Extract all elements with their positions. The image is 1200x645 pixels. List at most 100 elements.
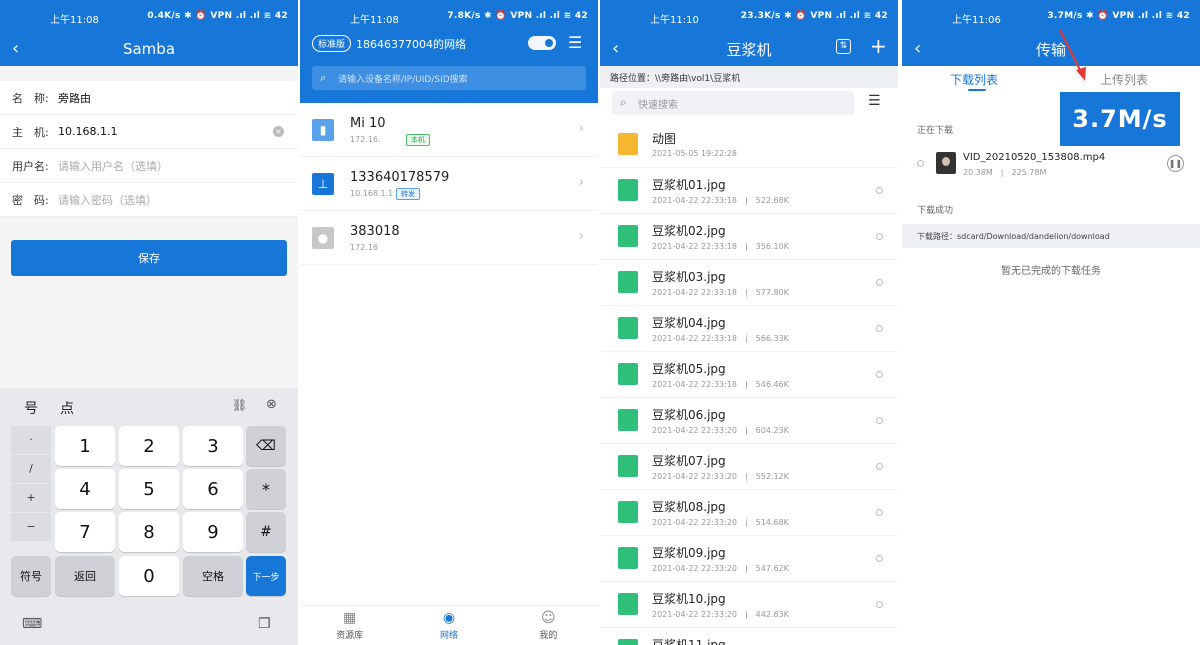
backspace-key[interactable]: ⌫ <box>246 426 286 466</box>
file-item[interactable]: 豆浆机03.jpg 2021-04-22 22:33:18 | 577.80K <box>600 260 898 306</box>
keyboard-switch-icon[interactable]: ⌨ <box>22 616 42 632</box>
tab-mine[interactable]: ☺ 我的 <box>499 606 598 645</box>
device-tag: 转发 <box>396 188 420 200</box>
device-search-input[interactable]: ⌕ 请输入设备名称/IP/UID/SID搜索 <box>312 66 586 90</box>
close-keyboard-icon[interactable]: ⊗ <box>266 397 277 412</box>
digit-key[interactable]: 0 <box>119 556 179 596</box>
file-item[interactable]: 豆浆机02.jpg 2021-04-22 22:33:18 | 356.10K <box>600 214 898 260</box>
image-file-icon <box>618 409 638 431</box>
device-item[interactable]: ⊥ 133640178579 10.168.1.1 转发 › <box>300 157 598 211</box>
active-tab-indicator <box>968 89 986 91</box>
symbol-key[interactable]: / <box>11 455 51 483</box>
file-item[interactable]: 豆浆机04.jpg 2021-04-22 22:33:18 | 566.33K <box>600 306 898 352</box>
link-icon[interactable]: ⛓ <box>232 398 247 412</box>
digit-key[interactable]: 9 <box>183 512 243 552</box>
tab-download-list[interactable]: 下载列表 <box>950 71 998 88</box>
field-value[interactable]: 10.168.1.1 <box>58 125 117 138</box>
select-radio[interactable] <box>876 417 883 424</box>
next-key[interactable]: 下一步 <box>246 556 286 596</box>
grid-icon: ▦ <box>343 610 357 626</box>
select-radio[interactable] <box>876 325 883 332</box>
clipboard-icon[interactable]: ❐ <box>258 616 271 632</box>
select-radio[interactable] <box>876 233 883 240</box>
field-placeholder[interactable]: 请输入密码（选填） <box>58 192 157 208</box>
file-name: 动图 <box>652 132 677 146</box>
file-item[interactable]: 豆浆机07.jpg 2021-04-22 22:33:20 | 552.12K <box>600 444 898 490</box>
device-item[interactable]: ▮ Mi 10 172.16. 本机 › <box>300 103 598 157</box>
add-icon[interactable]: + <box>870 34 887 58</box>
clear-icon[interactable]: × <box>273 126 284 137</box>
file-item[interactable]: 豆浆机06.jpg 2021-04-22 22:33:20 | 604.23K <box>600 398 898 444</box>
select-radio[interactable] <box>876 463 883 470</box>
folder-item[interactable]: 动图 2021-05-05 19:22:28 <box>600 122 898 168</box>
hash-key[interactable]: # <box>246 512 286 552</box>
star-key[interactable]: * <box>246 469 286 509</box>
file-item[interactable]: 豆浆机05.jpg 2021-04-22 22:33:18 | 546.46K <box>600 352 898 398</box>
file-name: 豆浆机11.jpg <box>652 638 726 645</box>
save-button[interactable]: 保存 <box>11 240 287 276</box>
sort-mode-icon[interactable]: ⇅ <box>836 39 851 54</box>
select-radio[interactable] <box>876 279 883 286</box>
tab-network[interactable]: ◉ 网络 <box>399 606 498 645</box>
symbol-key[interactable]: · <box>11 426 51 454</box>
pause-icon[interactable]: ❚❚ <box>1167 155 1184 172</box>
digit-key[interactable]: 2 <box>119 426 179 466</box>
field-value[interactable]: 旁路由 <box>58 90 91 106</box>
download-item[interactable]: VID_20210520_153808.mp4 20.38M | 225.78M… <box>902 144 1200 184</box>
symbol-toggle-key[interactable]: 符号 <box>11 556 51 596</box>
network-name[interactable]: 18646377004的网络 <box>356 36 466 52</box>
digit-key[interactable]: 5 <box>119 469 179 509</box>
file-item[interactable]: 豆浆机09.jpg 2021-04-22 22:33:20 | 547.62K <box>600 536 898 582</box>
edition-badge: 标准版 <box>312 35 352 52</box>
field-placeholder[interactable]: 请输入用户名（选填） <box>58 158 168 174</box>
device-item[interactable]: ● 383018 172.16 › <box>300 211 598 265</box>
host-field[interactable]: 主 机: 10.168.1.1 × <box>0 115 298 149</box>
username-field[interactable]: 用户名: 请输入用户名（选填） <box>0 149 298 183</box>
section-done: 下载成功 <box>917 206 954 216</box>
select-radio[interactable] <box>876 555 883 562</box>
file-item[interactable]: 豆浆机01.jpg 2021-04-22 22:33:18 | 522.68K <box>600 168 898 214</box>
back-icon[interactable]: ‹ <box>612 38 619 59</box>
menu-icon[interactable]: ☰ <box>568 35 584 51</box>
digit-key[interactable]: 1 <box>55 426 115 466</box>
digit-key[interactable]: 8 <box>119 512 179 552</box>
select-radio[interactable] <box>876 371 883 378</box>
device-ip: 172.16 <box>350 243 378 252</box>
file-meta: 2021-04-22 22:33:20 | 547.62K <box>652 564 789 573</box>
digit-key[interactable]: 6 <box>183 469 243 509</box>
digit-key[interactable]: 7 <box>55 512 115 552</box>
select-radio[interactable] <box>876 187 883 194</box>
digit-key[interactable]: 4 <box>55 469 115 509</box>
digit-key[interactable]: 3 <box>183 426 243 466</box>
keyboard-candidate[interactable]: 号 <box>24 398 38 418</box>
name-field[interactable]: 名 称: 旁路由 <box>0 81 298 115</box>
sort-icon[interactable]: ☰ <box>868 93 881 109</box>
section-downloading: 正在下载 <box>917 126 954 136</box>
back-icon[interactable]: ‹ <box>914 38 921 59</box>
file-item[interactable]: 豆浆机11.jpg <box>600 628 898 645</box>
space-key[interactable]: 空格 <box>183 556 243 596</box>
file-item[interactable]: 豆浆机08.jpg 2021-04-22 22:33:20 | 514.68K <box>600 490 898 536</box>
return-key[interactable]: 返回 <box>55 556 115 596</box>
tab-library[interactable]: ▦ 资源库 <box>300 606 399 645</box>
quick-search-input[interactable]: ⌕ 快速搜索 <box>612 91 854 115</box>
network-toggle[interactable] <box>528 36 556 50</box>
device-name: 133640178579 <box>350 170 450 185</box>
select-radio[interactable] <box>917 160 924 167</box>
tab-label: 网络 <box>439 631 458 641</box>
tab-upload-list[interactable]: 上传列表 <box>1100 71 1148 88</box>
symbol-key[interactable]: + <box>11 484 51 512</box>
file-meta: 2021-05-05 19:22:28 <box>652 149 737 158</box>
device-ip: 172.16. <box>350 135 381 144</box>
field-label: 名 称: <box>12 91 49 105</box>
search-placeholder: 请输入设备名称/IP/UID/SID搜索 <box>338 74 468 85</box>
device-name: 383018 <box>350 224 400 239</box>
password-field[interactable]: 密 码: 请输入密码（选填） <box>0 183 298 217</box>
back-icon[interactable]: ‹ <box>12 38 19 59</box>
file-item[interactable]: 豆浆机10.jpg 2021-04-22 22:33:20 | 442.63K <box>600 582 898 628</box>
status-bar: 上午11:08 7.8K/s ✱ ⏰ VPN .ıl .ıl ≋ 42 <box>300 0 598 32</box>
select-radio[interactable] <box>876 509 883 516</box>
keyboard-candidate[interactable]: 点 <box>60 398 74 418</box>
select-radio[interactable] <box>876 601 883 608</box>
symbol-key[interactable]: − <box>11 513 51 541</box>
